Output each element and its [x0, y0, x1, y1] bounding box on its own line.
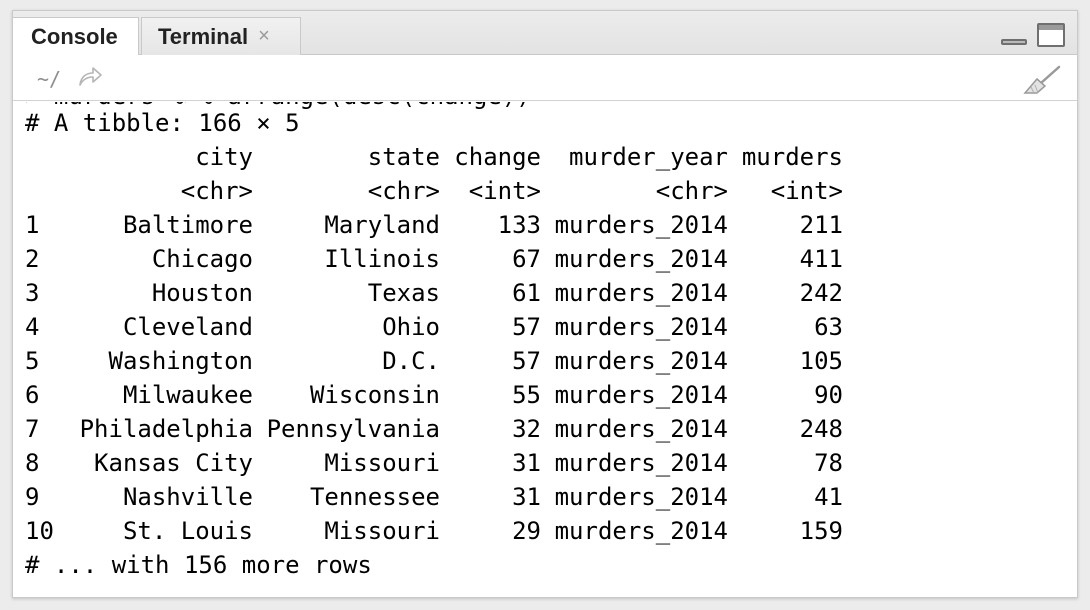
header-state: state — [367, 143, 440, 171]
cell-city: Houston — [151, 279, 253, 307]
cell-change: 133 — [497, 211, 541, 239]
cell-state: Maryland — [324, 211, 440, 239]
cell-murder-year: murders_2014 — [554, 449, 728, 477]
tibble-footer: # ... with 156 more rows — [25, 551, 372, 579]
cell-murders: 41 — [814, 483, 843, 511]
tab-bar: Console Terminal × — [13, 11, 1077, 56]
table-row: 4 Cleveland Ohio 57 murders_2014 63 — [25, 310, 843, 344]
cell-murder-year: murders_2014 — [554, 245, 728, 273]
cell-state: Illinois — [324, 245, 440, 273]
cell-state: Missouri — [324, 517, 440, 545]
type-murders: <int> — [770, 177, 843, 205]
cell-murder-year: murders_2014 — [554, 211, 728, 239]
table-row: 2 Chicago Illinois 67 murders_2014 411 — [25, 242, 843, 276]
cell-murders: 63 — [814, 313, 843, 341]
maximize-icon[interactable] — [1037, 23, 1065, 47]
cell-murder-year: murders_2014 — [554, 483, 728, 511]
console-output[interactable]: > murders %>% arrange(desc(change)) # A … — [13, 102, 1077, 597]
table-row: 6 Milwaukee Wisconsin 55 murders_2014 90 — [25, 378, 843, 412]
cell-state: Wisconsin — [309, 381, 440, 409]
broom-clear-icon[interactable] — [1021, 65, 1063, 95]
table-row: 5 Washington D.C. 57 murders_2014 105 — [25, 344, 843, 378]
go-to-directory-icon[interactable] — [77, 65, 103, 89]
column-header-row: city state change murder_year murders — [25, 140, 843, 174]
cell-change: 55 — [512, 381, 541, 409]
working-directory-bar: ~/ — [13, 55, 1077, 101]
table-row: 9 Nashville Tennessee 31 murders_2014 41 — [25, 480, 843, 514]
cell-change: 61 — [512, 279, 541, 307]
cell-state: Pennsylvania — [266, 415, 440, 443]
cell-change: 31 — [512, 449, 541, 477]
cell-change: 31 — [512, 483, 541, 511]
cell-city: Chicago — [151, 245, 253, 273]
cell-murder-year: murders_2014 — [554, 381, 728, 409]
cell-change: 57 — [512, 313, 541, 341]
cell-city: St. Louis — [122, 517, 253, 545]
tab-terminal-label: Terminal — [158, 23, 249, 49]
table-row: 10 St. Louis Missouri 29 murders_2014 15… — [25, 514, 843, 548]
table-row: 1 Baltimore Maryland 133 murders_2014 21… — [25, 208, 843, 242]
cell-city: Kansas City — [94, 449, 253, 477]
cell-murders: 242 — [799, 279, 843, 307]
cell-state: D.C. — [382, 347, 440, 375]
cell-murders: 248 — [799, 415, 843, 443]
cell-city: Cleveland — [122, 313, 253, 341]
tibble-summary: # A tibble: 166 × 5 — [25, 109, 300, 137]
type-murder-year: <chr> — [655, 177, 728, 205]
header-murder-year: murder_year — [569, 143, 728, 171]
console-pane: Console Terminal × ~/ > murders %>% arra… — [12, 10, 1078, 598]
cell-state: Missouri — [324, 449, 440, 477]
minimize-icon[interactable] — [1001, 39, 1027, 45]
type-change: <int> — [468, 177, 541, 205]
working-directory-path[interactable]: ~/ — [37, 67, 61, 91]
cell-change: 57 — [512, 347, 541, 375]
table-row: 7 Philadelphia Pennsylvania 32 murders_2… — [25, 412, 843, 446]
cell-murder-year: murders_2014 — [554, 517, 728, 545]
cell-city: Philadelphia — [79, 415, 253, 443]
type-city: <chr> — [180, 177, 253, 205]
cell-city: Baltimore — [122, 211, 253, 239]
cell-change: 67 — [512, 245, 541, 273]
cell-murder-year: murders_2014 — [554, 279, 728, 307]
cell-state: Ohio — [382, 313, 440, 341]
table-row: 3 Houston Texas 61 murders_2014 242 — [25, 276, 843, 310]
type-state: <chr> — [367, 177, 440, 205]
cell-city: Nashville — [122, 483, 253, 511]
cell-murders: 211 — [799, 211, 843, 239]
cell-city: Washington — [108, 347, 254, 375]
tab-console-label: Console — [31, 24, 118, 49]
cell-state: Texas — [367, 279, 440, 307]
cell-change: 32 — [512, 415, 541, 443]
cell-murders: 411 — [799, 245, 843, 273]
cell-murders: 90 — [814, 381, 843, 409]
header-city: city — [195, 143, 253, 171]
cell-murder-year: murders_2014 — [554, 347, 728, 375]
close-icon[interactable]: × — [258, 25, 270, 48]
cell-murder-year: murders_2014 — [554, 313, 728, 341]
tab-terminal[interactable]: Terminal × — [141, 17, 301, 55]
cell-murder-year: murders_2014 — [554, 415, 728, 443]
table-row: 8 Kansas City Missouri 31 murders_2014 7… — [25, 446, 843, 480]
cell-murders: 78 — [814, 449, 843, 477]
cell-state: Tennessee — [309, 483, 440, 511]
tab-console[interactable]: Console — [13, 17, 139, 56]
header-murders: murders — [741, 143, 843, 171]
cell-murders: 105 — [799, 347, 843, 375]
cell-change: 29 — [512, 517, 541, 545]
cell-city: Milwaukee — [122, 381, 253, 409]
cell-murders: 159 — [799, 517, 843, 545]
column-type-row: <chr> <chr> <int> <chr> <int> — [25, 174, 843, 208]
header-change: change — [454, 143, 541, 171]
